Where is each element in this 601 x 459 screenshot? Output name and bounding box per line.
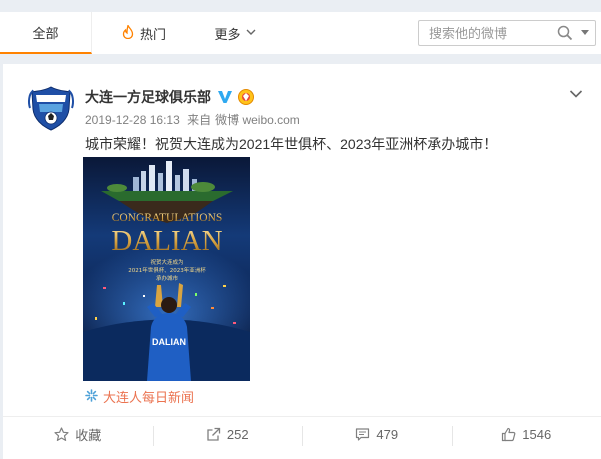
- congratulations-poster: CONGRATULATIONS DALIAN 祝贺大连成为 2021年世俱杯、2…: [83, 157, 250, 381]
- poster-caption-line3: 承办城市: [156, 274, 179, 282]
- post-image[interactable]: CONGRATULATIONS DALIAN 祝贺大连成为 2021年世俱杯、2…: [83, 157, 250, 381]
- location-label[interactable]: 大连人每日新闻: [103, 387, 194, 406]
- post-source-prefix: 来自: [187, 113, 212, 127]
- post-menu-chevron-icon[interactable]: [569, 86, 583, 98]
- tab-all-label: 全部: [32, 25, 59, 41]
- post-source[interactable]: 微博 weibo.com: [215, 113, 300, 127]
- profile-tab-bar: 全部 热门 更多: [0, 12, 601, 54]
- comment-button[interactable]: 479: [302, 417, 452, 452]
- search-icon[interactable]: [557, 25, 573, 46]
- comment-icon: [356, 428, 370, 441]
- avatar[interactable]: [25, 82, 77, 134]
- tab-more[interactable]: 更多: [196, 12, 274, 54]
- search-input[interactable]: [419, 25, 551, 41]
- star-icon: [54, 427, 69, 441]
- favorite-button[interactable]: 收藏: [3, 417, 153, 452]
- post-meta: 2019-12-28 16:13 来自 微博 weibo.com: [85, 111, 304, 128]
- poster-headline-top: CONGRATULATIONS: [112, 212, 223, 224]
- tab-hot[interactable]: 热门: [92, 12, 196, 54]
- search-box: [418, 20, 596, 46]
- tab-all[interactable]: 全部: [0, 12, 92, 54]
- repost-count: 252: [226, 427, 249, 442]
- location-tag[interactable]: 大连人每日新闻: [85, 387, 194, 406]
- chevron-down-icon: [246, 28, 256, 39]
- topic-link-icon: [85, 388, 98, 405]
- share-icon: [207, 427, 221, 441]
- like-count: 1546: [522, 427, 552, 442]
- comment-count: 479: [376, 427, 399, 442]
- weibo-post-card: 大连一方足球俱乐部 2019-12-28 16:13 来自 微博 weibo.co…: [3, 64, 601, 459]
- post-action-bar: 收藏 252 479 1546: [3, 416, 601, 452]
- favorite-label: 收藏: [75, 428, 102, 443]
- author-row: 大连一方足球俱乐部: [85, 87, 255, 107]
- poster-headline-main: DALIAN: [111, 225, 222, 257]
- poster-caption-line1: 祝贺大连成为: [150, 258, 183, 266]
- club-crest-icon: [25, 82, 77, 134]
- tab-hot-label: 热门: [139, 26, 166, 42]
- poster-caption-line2: 2021年世俱杯、2023年亚洲杯: [128, 266, 206, 274]
- post-timestamp[interactable]: 2019-12-28 16:13: [85, 113, 180, 127]
- author-name[interactable]: 大连一方足球俱乐部: [85, 87, 211, 107]
- like-button[interactable]: 1546: [451, 417, 601, 452]
- repost-button[interactable]: 252: [152, 417, 303, 452]
- search-dropdown-icon[interactable]: [581, 30, 589, 35]
- poster-shirt-text: DALIAN: [152, 337, 186, 347]
- member-medal-icon[interactable]: [237, 88, 255, 106]
- verified-badge-icon[interactable]: [217, 89, 233, 105]
- tab-more-label: 更多: [214, 26, 241, 42]
- flame-icon: [122, 22, 134, 42]
- post-text: 城市荣耀！祝贺大连成为2021年世俱杯、2023年亚洲杯承办城市！: [85, 136, 498, 152]
- thumbs-up-icon: [502, 427, 516, 442]
